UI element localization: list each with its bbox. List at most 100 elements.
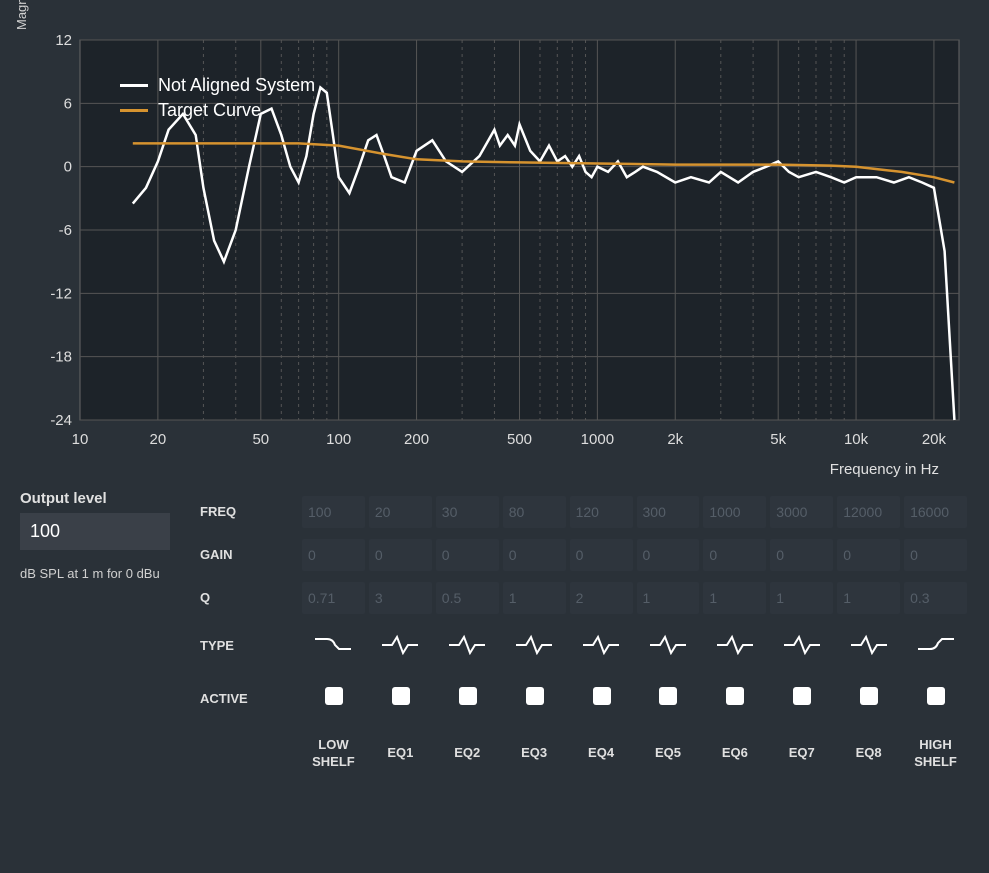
- active-cell-band5: [635, 672, 702, 725]
- freq-value-band1[interactable]: 20: [369, 496, 432, 528]
- svg-text:10: 10: [72, 431, 89, 448]
- gain-value-band8[interactable]: 0: [837, 539, 900, 571]
- filter-type-band7[interactable]: [768, 619, 835, 672]
- q-value-band6[interactable]: 1: [703, 582, 766, 614]
- q-value-band2[interactable]: 0.5: [436, 582, 499, 614]
- highshelf-filter-icon: [916, 631, 956, 655]
- freq-value-band8[interactable]: 12000: [837, 496, 900, 528]
- frequency-response-chart: Magnitude in d 1260-6-12-18-241020501002…: [20, 20, 969, 470]
- freq-row-label: FREQ: [200, 490, 300, 533]
- gain-value-band9[interactable]: 0: [904, 539, 967, 571]
- q-value-band4[interactable]: 2: [570, 582, 633, 614]
- svg-text:200: 200: [404, 431, 429, 448]
- filter-type-band1[interactable]: [367, 619, 434, 672]
- freq-value-band7[interactable]: 3000: [770, 496, 833, 528]
- active-checkbox-band2[interactable]: [459, 687, 477, 705]
- filter-type-band2[interactable]: [434, 619, 501, 672]
- peak-filter-icon: [380, 631, 420, 655]
- band-name-7: EQ7: [768, 733, 835, 774]
- legend-item: Target Curve: [120, 100, 315, 121]
- active-checkbox-band5[interactable]: [659, 687, 677, 705]
- active-checkbox-band3[interactable]: [526, 687, 544, 705]
- active-checkbox-band0[interactable]: [325, 687, 343, 705]
- freq-value-band2[interactable]: 30: [436, 496, 499, 528]
- active-checkbox-band1[interactable]: [392, 687, 410, 705]
- legend-label: Not Aligned System: [158, 75, 315, 96]
- active-cell-band1: [367, 672, 434, 725]
- legend-swatch: [120, 109, 148, 112]
- active-checkbox-band6[interactable]: [726, 687, 744, 705]
- peak-filter-icon: [581, 631, 621, 655]
- gain-value-band0[interactable]: 0: [302, 539, 365, 571]
- svg-text:6: 6: [64, 95, 72, 112]
- freq-value-band4[interactable]: 120: [570, 496, 633, 528]
- freq-value-band9[interactable]: 16000: [904, 496, 967, 528]
- svg-text:-12: -12: [50, 285, 72, 302]
- filter-type-band0[interactable]: [300, 619, 367, 672]
- eq-controls: Output level dB SPL at 1 m for 0 dBu FRE…: [0, 480, 989, 783]
- svg-text:20k: 20k: [922, 431, 947, 448]
- band-name-1: EQ1: [367, 733, 434, 774]
- band-name-6: EQ6: [701, 733, 768, 774]
- active-checkbox-band7[interactable]: [793, 687, 811, 705]
- active-checkbox-band9[interactable]: [927, 687, 945, 705]
- gain-value-band2[interactable]: 0: [436, 539, 499, 571]
- freq-value-band0[interactable]: 100: [302, 496, 365, 528]
- band-name-0: LOW SHELF: [300, 725, 367, 783]
- svg-text:2k: 2k: [667, 431, 683, 448]
- gain-value-band7[interactable]: 0: [770, 539, 833, 571]
- gain-value-band1[interactable]: 0: [369, 539, 432, 571]
- type-row-label: TYPE: [200, 624, 300, 667]
- q-value-band0[interactable]: 0.71: [302, 582, 365, 614]
- chart-legend: Not Aligned System Target Curve: [120, 75, 315, 125]
- q-value-band8[interactable]: 1: [837, 582, 900, 614]
- active-checkbox-band4[interactable]: [593, 687, 611, 705]
- active-checkbox-band8[interactable]: [860, 687, 878, 705]
- q-value-band3[interactable]: 1: [503, 582, 566, 614]
- peak-filter-icon: [648, 631, 688, 655]
- active-cell-band3: [501, 672, 568, 725]
- svg-text:-24: -24: [50, 412, 72, 429]
- freq-value-band6[interactable]: 1000: [703, 496, 766, 528]
- filter-type-band8[interactable]: [835, 619, 902, 672]
- active-row-label: ACTIVE: [200, 677, 300, 720]
- gain-value-band6[interactable]: 0: [703, 539, 766, 571]
- filter-type-band4[interactable]: [568, 619, 635, 672]
- output-level-section: Output level dB SPL at 1 m for 0 dBu: [20, 490, 200, 783]
- filter-type-band6[interactable]: [701, 619, 768, 672]
- output-level-input[interactable]: [20, 513, 170, 550]
- filter-type-band5[interactable]: [635, 619, 702, 672]
- svg-text:100: 100: [326, 431, 351, 448]
- svg-text:50: 50: [252, 431, 269, 448]
- q-value-band1[interactable]: 3: [369, 582, 432, 614]
- legend-swatch: [120, 84, 148, 87]
- svg-text:12: 12: [55, 32, 72, 49]
- svg-text:20: 20: [150, 431, 167, 448]
- active-cell-band0: [300, 672, 367, 725]
- freq-value-band5[interactable]: 300: [637, 496, 700, 528]
- peak-filter-icon: [715, 631, 755, 655]
- filter-type-band9[interactable]: [902, 619, 969, 672]
- peak-filter-icon: [514, 631, 554, 655]
- q-value-band5[interactable]: 1: [637, 582, 700, 614]
- y-axis-label: Magnitude in d: [14, 0, 29, 30]
- gain-value-band3[interactable]: 0: [503, 539, 566, 571]
- output-level-unit: dB SPL at 1 m for 0 dBu: [20, 566, 190, 581]
- band-name-4: EQ4: [568, 733, 635, 774]
- band-name-8: EQ8: [835, 733, 902, 774]
- active-cell-band2: [434, 672, 501, 725]
- svg-text:5k: 5k: [770, 431, 786, 448]
- freq-value-band3[interactable]: 80: [503, 496, 566, 528]
- active-cell-band8: [835, 672, 902, 725]
- band-name-9: HIGH SHELF: [902, 725, 969, 783]
- x-axis-label: Frequency in Hz: [830, 461, 939, 478]
- q-value-band7[interactable]: 1: [770, 582, 833, 614]
- q-value-band9[interactable]: 0.3: [904, 582, 967, 614]
- active-cell-band7: [768, 672, 835, 725]
- gain-value-band4[interactable]: 0: [570, 539, 633, 571]
- peak-filter-icon: [447, 631, 487, 655]
- svg-text:0: 0: [64, 159, 72, 176]
- svg-text:1000: 1000: [581, 431, 614, 448]
- filter-type-band3[interactable]: [501, 619, 568, 672]
- gain-value-band5[interactable]: 0: [637, 539, 700, 571]
